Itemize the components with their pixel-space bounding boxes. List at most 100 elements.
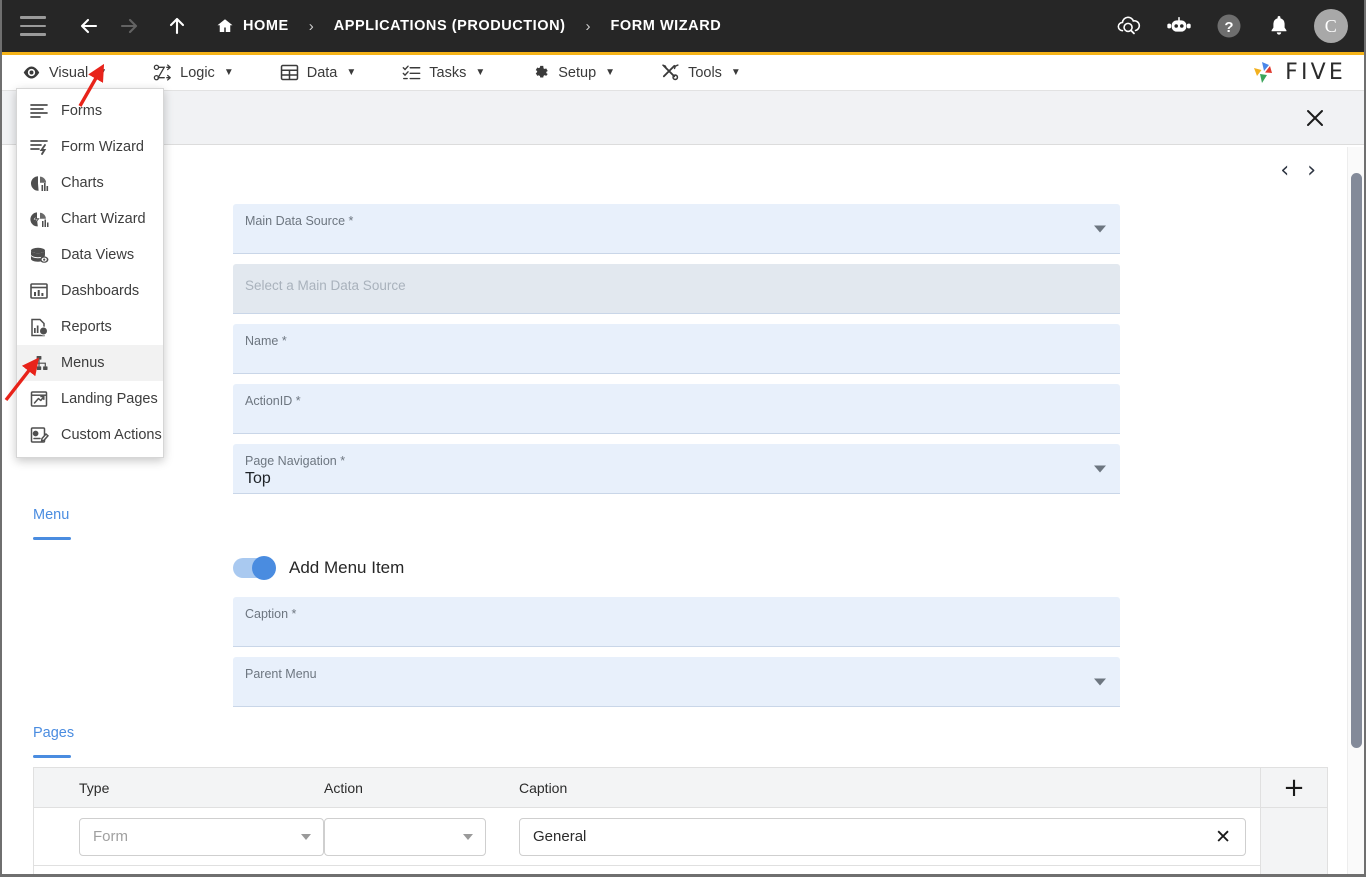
add-row-button[interactable]: + [1283, 775, 1305, 801]
dropdown-item-custom-actions[interactable]: Custom Actions [17, 417, 163, 453]
dropdown-item-dashboards[interactable]: Dashboards [17, 273, 163, 309]
chevron-down-icon-row-type [301, 833, 311, 840]
row-action-select[interactable] [324, 817, 486, 856]
menu-visual-label: Visual [49, 64, 89, 81]
field-page-navigation-value: Top [245, 470, 271, 487]
five-brand-logo: FIVE [1248, 59, 1364, 87]
field-caption[interactable]: Caption * [233, 597, 1120, 647]
row-caption-input[interactable]: General ✕ [519, 817, 1246, 856]
data-views-icon [27, 244, 51, 266]
eye-icon [22, 63, 41, 82]
chevron-down-icon-2: ▼ [223, 67, 234, 78]
add-row-cell: + [1260, 768, 1327, 807]
form-wizard-icon [27, 136, 51, 158]
vertical-scrollbar-thumb[interactable] [1351, 173, 1362, 748]
dropdown-item-data-views[interactable]: Data Views [17, 237, 163, 273]
forms-icon [27, 100, 51, 122]
menus-tree-icon [27, 352, 51, 374]
pages-table: Type Action Caption + Form General ✕ [33, 767, 1328, 874]
chevron-down-icon-parent-menu [1094, 678, 1106, 685]
menu-setup[interactable]: Setup ▼ [531, 63, 615, 82]
dropdown-item-chart-wizard[interactable]: Chart Wizard [17, 201, 163, 237]
chatbot-icon[interactable] [1164, 11, 1194, 41]
row-caption-value: General [533, 828, 587, 845]
menu-tools-label: Tools [688, 64, 722, 81]
next-record-button[interactable]: › [1307, 160, 1316, 182]
column-header-type: Type [79, 779, 110, 796]
menu-tasks-label: Tasks [429, 64, 467, 81]
breadcrumb-item-home[interactable]: HOME [243, 18, 289, 34]
row-type-select[interactable]: Form [79, 817, 324, 856]
column-header-action: Action [324, 779, 363, 796]
tab-pages[interactable]: Pages [33, 725, 74, 758]
dropdown-item-landing-pages[interactable]: Landing Pages [17, 381, 163, 417]
row-spacer-cell-blank [1260, 865, 1327, 874]
dropdown-item-charts[interactable]: Charts [17, 165, 163, 201]
field-main-data-source-label: Main Data Source * [245, 214, 354, 228]
dropdown-item-forms[interactable]: Forms [17, 93, 163, 129]
table-row: Form General ✕ [34, 807, 1327, 866]
field-select-main-data-source[interactable]: Select a Main Data Source [233, 264, 1120, 314]
field-action-id[interactable]: ActionID * [233, 384, 1120, 434]
forward-arrow-icon[interactable] [112, 9, 146, 43]
dropdown-item-forms-label: Forms [61, 103, 103, 119]
user-avatar[interactable]: C [1314, 9, 1348, 43]
field-name-label: Name * [245, 334, 287, 348]
chevron-down-icon-3: ▼ [346, 67, 357, 78]
field-main-data-source[interactable]: Main Data Source * [233, 204, 1120, 254]
add-menu-item-toggle[interactable] [233, 556, 276, 580]
gear-icon [531, 63, 550, 82]
menu-data-label: Data [306, 64, 338, 81]
chevron-down-icon-6: ▼ [730, 67, 741, 78]
menu-visual[interactable]: Visual ▼ [22, 63, 107, 82]
dropdown-item-charts-label: Charts [61, 175, 104, 191]
back-arrow-icon[interactable] [72, 9, 106, 43]
top-navigation-bar: HOME › APPLICATIONS (PRODUCTION) › FORM … [2, 0, 1364, 55]
custom-actions-icon [27, 424, 51, 446]
dropdown-item-menus[interactable]: Menus [17, 345, 163, 381]
help-icon[interactable]: ? [1214, 11, 1244, 41]
dropdown-item-data-views-label: Data Views [61, 247, 135, 263]
breadcrumb-item-applications[interactable]: APPLICATIONS (PRODUCTION) [334, 18, 566, 34]
breadcrumb-item-form-wizard[interactable]: FORM WIZARD [610, 18, 721, 34]
notifications-bell-icon[interactable] [1264, 11, 1294, 41]
dropdown-item-reports[interactable]: Reports [17, 309, 163, 345]
vertical-scrollbar-track[interactable] [1347, 147, 1364, 874]
table-grid-icon [280, 63, 299, 82]
menu-tools[interactable]: Tools ▼ [661, 63, 741, 82]
up-arrow-icon[interactable] [160, 9, 194, 43]
tab-menu[interactable]: Menu [33, 507, 71, 540]
dropdown-item-chart-wizard-label: Chart Wizard [61, 211, 146, 227]
tab-pages-underline [33, 755, 71, 758]
close-icon[interactable] [1302, 105, 1328, 131]
chevron-down-icon-page-navigation [1094, 465, 1106, 472]
chart-wizard-icon [27, 208, 51, 230]
dropdown-item-form-wizard[interactable]: Form Wizard [17, 129, 163, 165]
menu-setup-label: Setup [558, 64, 597, 81]
five-pinwheel-icon [1254, 61, 1273, 83]
cell-action [324, 817, 519, 856]
cloud-check-icon[interactable] [1114, 11, 1144, 41]
dropdown-item-landing-pages-label: Landing Pages [61, 391, 158, 407]
tools-icon [661, 63, 680, 82]
field-parent-menu[interactable]: Parent Menu [233, 657, 1120, 707]
field-caption-label: Caption * [245, 607, 297, 621]
chevron-down-icon-main-data-source [1094, 225, 1106, 232]
menu-data[interactable]: Data ▼ [280, 63, 357, 82]
clear-x-icon[interactable]: ✕ [1215, 826, 1245, 848]
table-row-blank [34, 865, 1327, 874]
hamburger-menu-icon[interactable] [20, 16, 46, 36]
field-name[interactable]: Name * [233, 324, 1120, 374]
field-page-navigation[interactable]: Page Navigation * Top [233, 444, 1120, 494]
previous-record-button[interactable]: ‹ [1280, 160, 1289, 182]
dropdown-item-custom-actions-label: Custom Actions [61, 427, 162, 443]
charts-pie-icon [27, 172, 51, 194]
menu-logic[interactable]: Logic ▼ [153, 63, 234, 82]
dropdown-item-reports-label: Reports [61, 319, 112, 335]
breadcrumb-separator: › [308, 17, 314, 35]
dropdown-item-menus-label: Menus [61, 355, 105, 371]
menu-tasks[interactable]: Tasks ▼ [402, 63, 485, 82]
field-select-main-data-source-placeholder: Select a Main Data Source [245, 278, 406, 293]
row-type-placeholder: Form [93, 828, 128, 845]
add-menu-item-row: Add Menu Item [233, 556, 404, 580]
